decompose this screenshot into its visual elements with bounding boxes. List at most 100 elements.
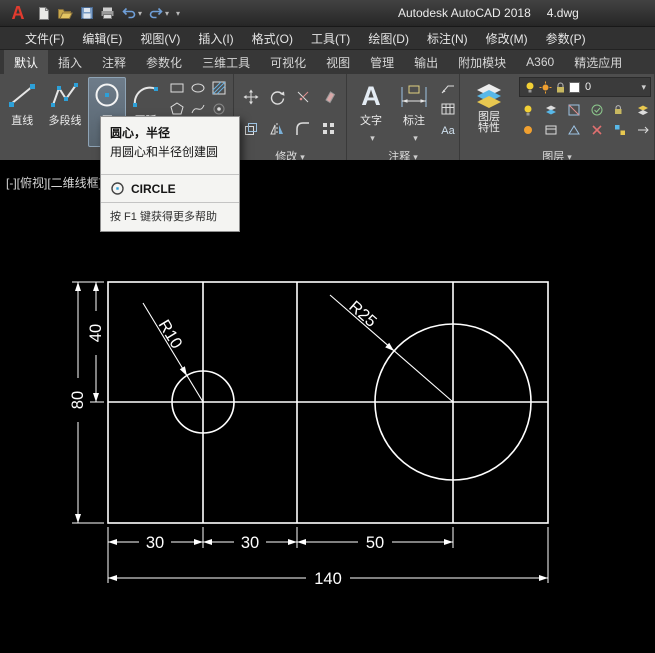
text-caret-icon [367,128,375,146]
layer-thaw-sun-icon [539,81,552,94]
layer-lock-icon [555,81,566,94]
tab-view[interactable]: 视图 [316,50,360,74]
tab-featured-apps[interactable]: 精选应用 [564,50,632,74]
panel-layers: 图层 特性 0 [460,74,655,166]
text-button[interactable]: A 文字 [350,77,392,147]
tab-a360[interactable]: A360 [516,50,564,74]
autocad-logo[interactable]: A [6,2,30,24]
dimension-tool-icon [398,80,430,110]
polygon-tool-icon[interactable] [169,100,186,117]
menu-item-edit[interactable]: 编辑(E) [73,27,131,49]
modify-tools [237,77,343,145]
tab-output[interactable]: 输出 [404,50,448,74]
dimension-button[interactable]: 标注 [392,77,436,147]
menu-item-view[interactable]: 视图(V) [131,27,189,49]
erase-tool-icon[interactable] [321,89,338,106]
layer-select-caret-icon [638,81,646,93]
annotate-extra-tools: Aa [439,79,456,138]
tab-insert[interactable]: 插入 [48,50,92,74]
menu-item-tools[interactable]: 工具(T) [302,27,359,49]
title-bar: A ▾ ▾ ▾ Autodesk AutoCAD 2018 4.dwg [0,0,655,27]
redo-icon [148,6,164,20]
trim-tool-icon[interactable] [295,89,312,106]
layer-tool-icon[interactable] [542,101,559,118]
layer-tool-icon[interactable] [634,121,651,138]
copy-tool-icon[interactable] [243,121,260,138]
layer-tool-icon[interactable] [611,101,628,118]
tab-annotate[interactable]: 注释 [92,50,136,74]
layer-tool-icon[interactable] [519,121,536,138]
layer-select[interactable]: 0 [519,77,651,97]
tab-default[interactable]: 默认 [4,50,48,74]
hatch-tool-icon[interactable] [211,79,228,96]
polyline-icon [49,80,81,110]
line-button[interactable]: 直线 [3,77,42,129]
layer-properties-icon [473,80,505,110]
dim-40-label: 40 [87,324,105,342]
menu-item-insert[interactable]: 插入(I) [189,27,242,49]
model-drawing: 40 80 30 30 50 140 R10 R25 [0,160,655,653]
polyline-label: 多段线 [48,112,81,128]
tab-3d-tools[interactable]: 三维工具 [192,50,260,74]
rotate-tool-icon[interactable] [269,89,286,106]
menu-item-modify[interactable]: 修改(M) [477,27,537,49]
tooltip-description: 用圆心和半径创建圆 [101,143,239,174]
drawing-canvas[interactable]: [-][俯视][二维线框] [0,160,655,653]
new-file-icon [37,6,51,21]
text-style-tool-icon[interactable]: Aa [439,121,456,138]
layer-color-swatch [569,82,580,93]
layer-tool-icon[interactable] [588,121,605,138]
qat-menu-caret-icon: ▾ [176,9,180,18]
menu-item-format[interactable]: 格式(O) [243,27,302,49]
layer-tool-icon[interactable] [565,121,582,138]
layer-properties-button[interactable]: 图层 特性 [463,77,515,135]
fillet-tool-icon[interactable] [295,121,312,138]
panel-modify: 修改 [234,74,347,166]
qat-menu-button[interactable]: ▾ [172,2,183,24]
plot-button[interactable] [97,2,118,24]
text-label: 文字 [360,112,382,128]
mirror-tool-icon[interactable] [269,121,286,138]
undo-button[interactable]: ▾ [118,2,145,24]
menu-item-draw[interactable]: 绘图(D) [359,27,418,49]
tooltip-title: 圆心，半径 [101,117,239,143]
undo-caret-icon[interactable]: ▾ [138,9,142,18]
polyline-button[interactable]: 多段线 [42,77,89,129]
drawing-geometry [108,282,548,523]
save-icon [80,6,94,20]
tab-manage[interactable]: 管理 [360,50,404,74]
line-icon [6,80,38,110]
tab-parametric[interactable]: 参数化 [136,50,192,74]
circle-tooltip: 圆心，半径 用圆心和半径创建圆 CIRCLE 按 F1 键获得更多帮助 [100,116,240,232]
radius-r10-label: R10 [155,317,186,352]
dimension-label: 标注 [403,112,425,128]
leader-tool-icon[interactable] [439,79,456,96]
layer-tool-icon[interactable] [611,121,628,138]
move-tool-icon[interactable] [243,89,260,106]
menu-item-file[interactable]: 文件(F) [16,27,73,49]
layer-tool-icon[interactable] [542,121,559,138]
redo-caret-icon[interactable]: ▾ [165,9,169,18]
panel-annotate: A 文字 标注 Aa 注释 [347,74,460,166]
rectangle-tool-icon[interactable] [169,79,186,96]
redo-button[interactable]: ▾ [145,2,172,24]
spline-tool-icon[interactable] [190,100,207,117]
tab-visualize[interactable]: 可视化 [260,50,316,74]
table-tool-icon[interactable] [439,100,456,117]
point-tool-icon[interactable] [211,100,228,117]
layer-tool-icon[interactable] [519,101,536,118]
menu-item-dimension[interactable]: 标注(N) [418,27,477,49]
menu-item-parametric[interactable]: 参数(P) [537,27,595,49]
layer-tool-icon[interactable] [565,101,582,118]
layer-on-bulb-icon [524,81,536,94]
array-tool-icon[interactable] [321,121,338,138]
open-file-button[interactable] [54,2,77,24]
tab-add-ins[interactable]: 附加模块 [448,50,516,74]
new-file-button[interactable] [34,2,54,24]
save-button[interactable] [77,2,97,24]
viewport-controls[interactable]: [-][俯视][二维线框] [6,174,102,191]
layer-tool-icon[interactable] [634,101,651,118]
ribbon-tab-bar: 默认 插入 注释 参数化 三维工具 可视化 视图 管理 输出 附加模块 A360… [0,50,655,74]
layer-tool-icon[interactable] [588,101,605,118]
ellipse-tool-icon[interactable] [190,79,207,96]
